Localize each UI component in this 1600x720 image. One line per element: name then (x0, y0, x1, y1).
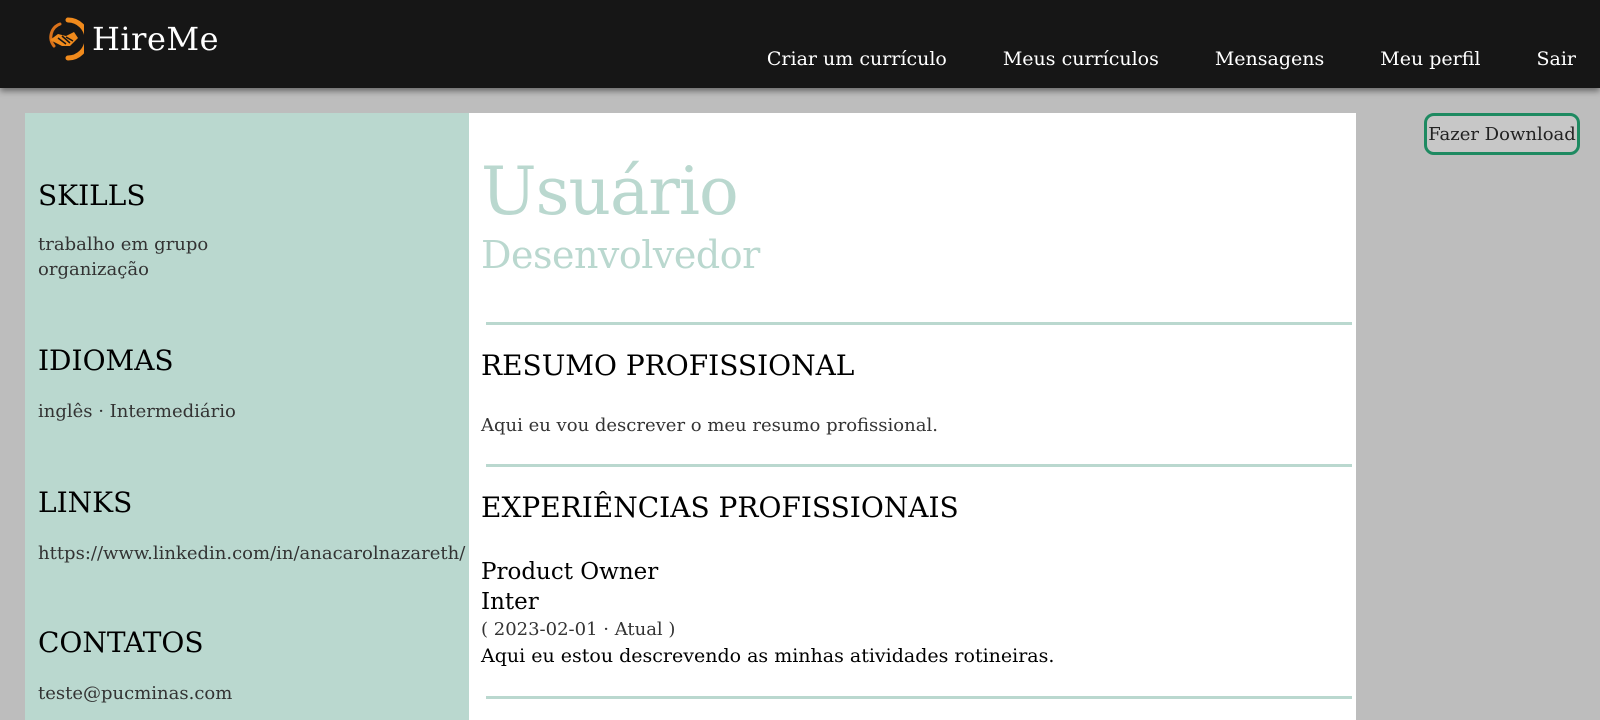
brand-name: HireMe (92, 20, 220, 58)
skills-heading: SKILLS (38, 179, 146, 212)
skill-item: trabalho em grupo (38, 234, 209, 255)
summary-heading: RESUMO PROFISSIONAL (481, 349, 855, 382)
links-section: LINKS https://www.linkedin.com/in/anacar… (38, 486, 465, 566)
experience-item: Product Owner Inter ( 2023-02-01 · Atual… (481, 557, 1054, 669)
links-list: https://www.linkedin.com/in/anacarolnaza… (38, 541, 465, 566)
nav-meu-perfil[interactable]: Meu perfil (1380, 48, 1480, 70)
resume-sidebar: SKILLS trabalho em grupo organização IDI… (25, 113, 469, 720)
contacts-section: CONTATOS teste@pucminas.com (38, 626, 232, 706)
languages-list: inglês · Intermediário (38, 399, 236, 424)
experience-description: Aqui eu estou descrevendo as minhas ativ… (481, 645, 1055, 667)
skills-list: trabalho em grupo organização (38, 232, 208, 282)
section-divider (486, 322, 1352, 325)
skills-section: SKILLS trabalho em grupo organização (38, 179, 208, 282)
experience-dates: ( 2023-02-01 · Atual ) (481, 619, 676, 640)
skill-item: organização (38, 259, 149, 280)
summary-text: Aqui eu vou descrever o meu resumo profi… (481, 415, 938, 436)
section-divider (486, 464, 1352, 467)
nav-mensagens[interactable]: Mensagens (1215, 48, 1324, 70)
nav-sair[interactable]: Sair (1536, 48, 1576, 70)
resume-preview: SKILLS trabalho em grupo organização IDI… (25, 113, 1356, 720)
nav-criar-curriculo[interactable]: Criar um currículo (767, 48, 947, 70)
section-divider (486, 696, 1352, 699)
resume-name: Usuário (481, 153, 739, 230)
resume-main: Usuário Desenvolvedor RESUMO PROFISSIONA… (469, 113, 1356, 720)
brand-logo-link[interactable]: HireMe (46, 16, 219, 62)
nav-meus-curriculos[interactable]: Meus currículos (1003, 48, 1159, 70)
contacts-list: teste@pucminas.com (38, 681, 232, 706)
handshake-icon (49, 17, 84, 61)
contacts-heading: CONTATOS (38, 626, 204, 659)
top-navbar: HireMe Criar um currículo Meus currículo… (0, 0, 1600, 88)
links-heading: LINKS (38, 486, 133, 519)
main-nav: Criar um currículo Meus currículos Mensa… (711, 48, 1576, 70)
languages-section: IDIOMAS inglês · Intermediário (38, 344, 236, 424)
contact-item: teste@pucminas.com (38, 683, 233, 704)
experience-company: Inter (481, 589, 539, 615)
experience-heading: EXPERIÊNCIAS PROFISSIONAIS (481, 491, 959, 524)
languages-heading: IDIOMAS (38, 344, 174, 377)
link-item: https://www.linkedin.com/in/anacarolnaza… (38, 543, 466, 564)
language-item: inglês · Intermediário (38, 401, 236, 422)
download-button[interactable]: Fazer Download (1424, 113, 1580, 155)
experience-title: Product Owner (481, 559, 659, 585)
resume-role: Desenvolvedor (481, 233, 760, 277)
